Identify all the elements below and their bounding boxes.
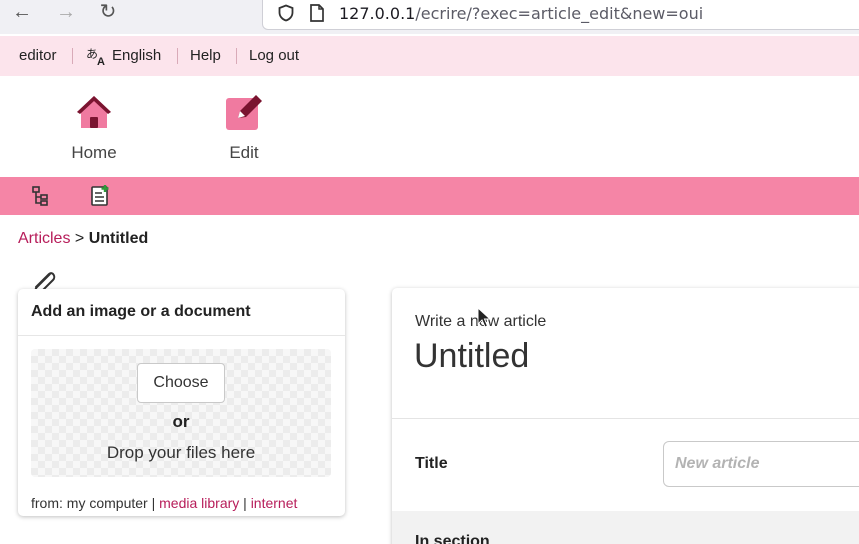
- breadcrumb-articles-link[interactable]: Articles: [18, 230, 70, 247]
- source-separator: |: [243, 495, 247, 511]
- from-my-computer-text: from: my computer: [31, 495, 148, 511]
- or-text: or: [172, 412, 190, 431]
- add-document-box: Add an image or a document Choose or Dro…: [18, 289, 345, 516]
- divider: [18, 335, 345, 336]
- svg-text:A: A: [97, 56, 105, 66]
- file-dropzone[interactable]: Choose or Drop your files here: [31, 349, 331, 477]
- choose-file-button[interactable]: Choose: [137, 363, 225, 403]
- nav-edit-label: Edit: [229, 143, 259, 162]
- breadcrumb-current: Untitled: [88, 230, 149, 247]
- shield-icon: [278, 4, 294, 22]
- title-label: Title: [415, 455, 448, 472]
- page-icon: [310, 4, 324, 22]
- article-heading: Untitled: [414, 337, 530, 375]
- language-icon[interactable]: あ A: [86, 46, 108, 66]
- edit-icon: [226, 95, 262, 130]
- browser-toolbar: ← → ↻ 127.0.0.1/ecrire/?exec=article_edi…: [0, 0, 859, 34]
- add-document-title: Add an image or a document: [31, 303, 251, 320]
- new-article-icon[interactable]: [89, 184, 113, 208]
- reload-icon[interactable]: ↻: [96, 0, 120, 26]
- media-library-link[interactable]: media library: [159, 495, 239, 511]
- forward-arrow-icon[interactable]: →: [54, 0, 78, 26]
- upload-source: from: my computer | media library | inte…: [31, 495, 297, 511]
- divider: [236, 48, 237, 64]
- section-label: In section: [415, 533, 490, 544]
- title-input[interactable]: [663, 441, 859, 487]
- language-link[interactable]: English: [112, 47, 161, 64]
- nav-edit[interactable]: Edit: [199, 92, 289, 163]
- user-bar: editor あ A English Help Log out: [0, 36, 859, 76]
- url-bar[interactable]: 127.0.0.1/ecrire/?exec=article_edit&new=…: [262, 0, 859, 30]
- source-separator: |: [151, 495, 156, 511]
- nav-home-label: Home: [71, 143, 117, 162]
- internet-link[interactable]: internet: [251, 495, 298, 511]
- breadcrumb-separator: >: [74, 230, 85, 247]
- drop-files-text: Drop your files here: [106, 443, 256, 462]
- help-link[interactable]: Help: [190, 47, 221, 64]
- logout-link[interactable]: Log out: [249, 47, 299, 64]
- nav-home[interactable]: Home: [49, 92, 139, 163]
- divider: [392, 418, 859, 419]
- user-link[interactable]: editor: [19, 47, 57, 64]
- main-nav: Home Edit: [0, 76, 859, 176]
- url-text: 127.0.0.1/ecrire/?exec=article_edit&new=…: [339, 4, 703, 23]
- breadcrumb: Articles > Untitled: [18, 230, 148, 248]
- url-host: 127.0.0.1: [339, 4, 416, 23]
- divider: [177, 48, 178, 64]
- back-arrow-icon[interactable]: ←: [10, 0, 34, 26]
- mouse-cursor-icon: [477, 307, 491, 328]
- sub-toolbar: [0, 177, 859, 215]
- article-form-panel: Write a new article Untitled Title In se…: [392, 288, 859, 544]
- site-tree-icon[interactable]: [29, 184, 53, 208]
- home-icon: [77, 96, 111, 128]
- url-path: /ecrire/?exec=article_edit&new=oui: [415, 4, 704, 23]
- divider: [72, 48, 73, 64]
